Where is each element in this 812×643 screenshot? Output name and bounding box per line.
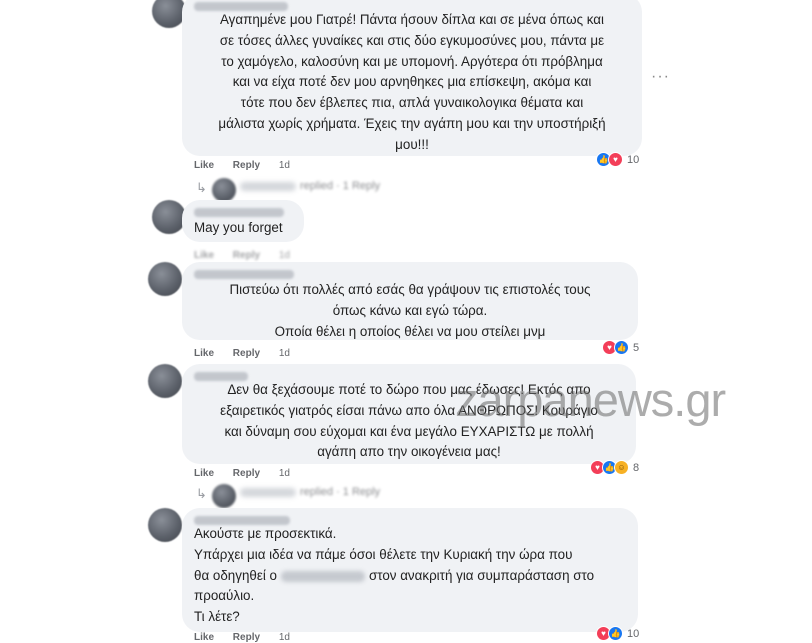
comment-text: Ακούστε με προσεκτικά. Υπάρχει μια ιδέα … <box>194 524 594 628</box>
author-name[interactable] <box>194 208 284 217</box>
comment-actions: Like Reply 1d <box>194 468 306 479</box>
reaction-summary[interactable]: ♥ 👍 5 <box>602 340 639 355</box>
comment-line: σε τόσες άλλες γυναίκες και στις δύο εγκ… <box>219 32 605 48</box>
reaction-count: 10 <box>627 627 640 640</box>
comment-line: θα οδηγηθεί ο στον ανακριτή για συμπαράστ… <box>194 566 594 587</box>
view-replies-link[interactable]: replied · 1 Reply <box>240 180 380 192</box>
avatar[interactable] <box>152 200 186 234</box>
reaction-count: 5 <box>633 341 640 354</box>
like-button[interactable]: Like <box>194 250 214 261</box>
comment-line: Τι λέτε? <box>194 609 240 625</box>
love-icon: ♥ <box>608 152 623 167</box>
reaction-summary[interactable]: 👍 ♥ 10 <box>596 152 639 167</box>
reply-button[interactable]: Reply <box>233 348 260 359</box>
comment-line: μου!!! <box>395 136 429 152</box>
comment-actions: Like Reply 1d <box>194 632 306 643</box>
comment-line: προαύλιο. <box>194 588 255 604</box>
reply-button[interactable]: Reply <box>233 468 260 479</box>
reaction-count: 10 <box>627 153 640 166</box>
like-icon: 👍 <box>608 626 623 641</box>
timestamp[interactable]: 1d <box>279 468 290 479</box>
comment-line: αγάπη απο την οικογένεια μας! <box>317 444 501 460</box>
comment-line: το χαμόγελο, καλοσύνη και με υπομονή. Αρ… <box>221 53 603 69</box>
reply-button[interactable]: Reply <box>233 160 260 171</box>
comment-line: Οποία θέλει η οποίος θέλει να μου στείλε… <box>274 323 546 339</box>
comment-line: May you forget <box>194 220 283 235</box>
comment-line: τότε που δεν έβλεπες πια, απλά γυναικολο… <box>240 95 584 111</box>
avatar[interactable] <box>148 508 182 542</box>
like-button[interactable]: Like <box>194 348 214 359</box>
timestamp[interactable]: 1d <box>279 632 290 643</box>
comment-bubble: May you forget <box>182 200 304 242</box>
comment-line: Αγαπημένε μου Γιατρέ! Πάντα ήσουν δίπλα … <box>219 12 605 27</box>
watermark: zarpanews.gr <box>455 373 726 426</box>
reaction-summary[interactable]: ♥ 👍 10 <box>596 626 639 641</box>
more-options-icon[interactable]: ··· <box>651 68 670 86</box>
avatar[interactable] <box>148 262 182 296</box>
haha-icon: ☺ <box>614 460 629 475</box>
like-button[interactable]: Like <box>194 632 214 643</box>
like-button[interactable]: Like <box>194 468 214 479</box>
comment-line: Πιστεύω ότι πολλές από εσάς θα γράψουν τ… <box>229 282 591 297</box>
comment-bubble: Πιστεύω ότι πολλές από εσάς θα γράψουν τ… <box>182 262 638 340</box>
reaction-count: 8 <box>633 461 640 474</box>
avatar[interactable] <box>152 0 186 28</box>
reply-button[interactable]: Reply <box>233 250 260 261</box>
timestamp[interactable]: 1d <box>279 160 290 171</box>
timestamp[interactable]: 1d <box>279 250 290 261</box>
comment-line: μάλιστα χωρίς χρήματα. Έχεις την αγάπη μ… <box>218 115 606 131</box>
comment-actions: Like Reply 1d <box>194 160 306 171</box>
comment-line-part: στον ανακριτή για συμπαράσταση στο <box>368 567 595 583</box>
redacted-name <box>280 570 365 582</box>
comment-bubble: Αγαπημένε μου Γιατρέ! Πάντα ήσουν δίπλα … <box>182 0 642 156</box>
comment-line: όπως κάνω και εγώ τώρα. <box>332 302 488 318</box>
reply-button[interactable]: Reply <box>233 632 260 643</box>
reaction-summary[interactable]: ♥ 👍 ☺ 8 <box>590 460 639 475</box>
comment-text: Πιστεύω ότι πολλές από εσάς θα γράψουν τ… <box>194 280 626 342</box>
comment-line: Υπάρχει μια ιδέα να πάμε όσοι θέλετε την… <box>194 546 573 562</box>
reply-arrow-icon: ↳ <box>196 486 207 501</box>
comment-line-part: θα οδηγηθεί ο <box>194 567 277 583</box>
avatar[interactable] <box>148 364 182 398</box>
avatar <box>212 484 236 508</box>
like-icon: 👍 <box>614 340 629 355</box>
timestamp[interactable]: 1d <box>279 348 290 359</box>
view-replies-link[interactable]: replied · 1 Reply <box>240 486 380 498</box>
redacted-name <box>240 487 296 497</box>
reply-arrow-icon: ↳ <box>196 180 207 195</box>
avatar <box>212 178 236 202</box>
comment-line: και να είχα ποτέ δεν μου αρνηθηκες μια ε… <box>232 74 592 90</box>
redacted-name <box>240 181 296 191</box>
comment-text: Αγαπημένε μου Γιατρέ! Πάντα ήσουν δίπλα … <box>194 10 630 156</box>
author-name[interactable] <box>194 270 294 279</box>
comment-line: Ακούστε με προσεκτικά. <box>194 526 337 541</box>
like-button[interactable]: Like <box>194 160 214 171</box>
comment-actions: Like Reply 1d <box>194 250 306 261</box>
comment-bubble: Ακούστε με προσεκτικά. Υπάρχει μια ιδέα … <box>182 508 638 632</box>
comment-actions: Like Reply 1d <box>194 348 306 359</box>
comment-text: May you forget <box>194 218 283 239</box>
